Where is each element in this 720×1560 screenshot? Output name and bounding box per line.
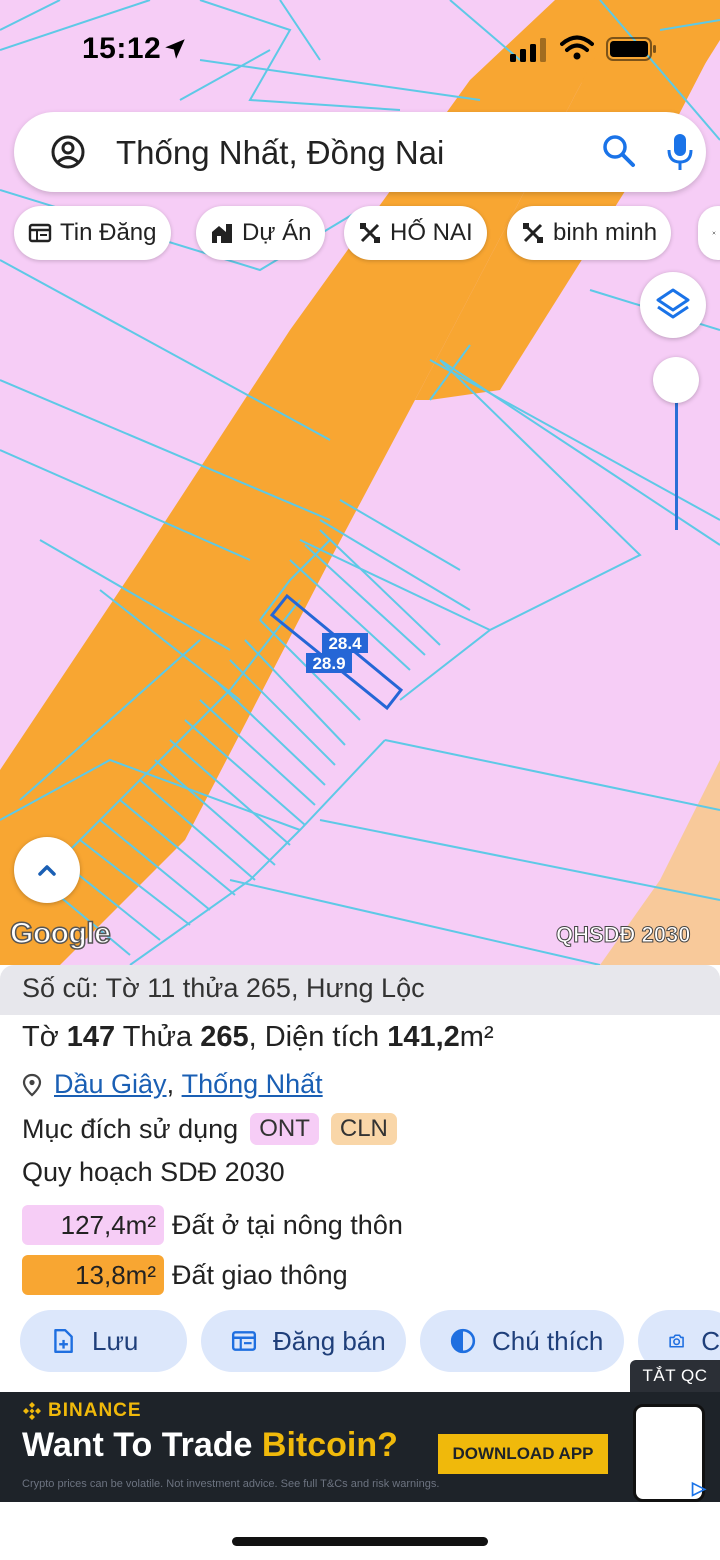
shape-icon [712,231,716,235]
post-for-sale-button[interactable]: Đăng bán [201,1310,406,1372]
map-view[interactable]: 28.4 28.9 15:12 Thống Nhất, Đồng Nai Tin… [0,0,720,965]
status-time: 15:12 [82,32,162,65]
land-use-badge-cln: CLN [330,1113,397,1145]
google-logo: Google [9,916,111,951]
listing-icon [28,223,52,243]
old-reference: Số cũ: Tờ 11 thửa 265, Hưng Lộc [0,965,720,1015]
parcel-label-bottom: 28.9 [312,654,345,673]
chip-label: Tin Đăng [60,219,157,246]
land-use-purpose: Mục đích sử dụng ONT CLN [22,1113,397,1145]
area-value-transport: 13,8m² [22,1255,164,1295]
listing-icon [231,1331,257,1351]
chip-label: Dự Án [242,219,312,246]
ad-banner[interactable]: BINANCE Want To Trade Bitcoin? DOWNLOAD … [0,1392,720,1502]
chip-label: binh minh [553,219,658,246]
ad-download-button[interactable]: DOWNLOAD APP [438,1434,608,1474]
search-input[interactable]: Thống Nhất, Đồng Nai [116,134,444,172]
area-unit: m² [459,1021,494,1053]
opacity-slider-track[interactable] [675,400,678,530]
ad-brand: BINANCE [22,1400,142,1422]
legend-button[interactable]: Chú thích [420,1310,624,1372]
purpose-label: Mục đích sử dụng [22,1113,239,1144]
area-label: Diện tích [264,1021,380,1053]
ad-brand-text: BINANCE [48,1400,142,1421]
binance-logo-icon [23,1402,41,1420]
parcel-info-panel: Số cũ: Tờ 11 thửa 265, Hưng Lộc Tờ 147 T… [0,965,720,1395]
save-button[interactable]: Lưu [20,1310,187,1372]
sheet-label: Tờ [22,1021,59,1053]
layers-button[interactable] [640,272,706,338]
district-link[interactable]: Dầu Giây [54,1069,167,1100]
layers-icon [656,288,690,319]
shape-icon [523,223,543,243]
land-use-badge-ont: ONT [250,1113,319,1145]
search-icon[interactable] [602,134,636,168]
area-desc-transport: Đất giao thông [172,1259,348,1290]
area-desc-residential: Đất ở tại nông thôn [172,1209,403,1240]
ad-headline-part1: Want To Trade [22,1426,262,1464]
contrast-icon [450,1328,476,1354]
chip-du-an[interactable]: Dự Án [196,206,326,260]
chevron-up-icon [38,865,56,876]
parcel-label-top: 28.4 [328,634,362,653]
status-bar: 15:12 [0,0,720,100]
ad-disclaimer: Crypto prices can be volatile. Not inves… [22,1478,440,1490]
expand-panel-button[interactable] [14,837,80,903]
area-value-residential: 127,4m² [22,1205,164,1245]
area-value: 141,2 [387,1021,460,1053]
account-icon[interactable] [50,134,86,170]
capture-label: C [701,1325,720,1356]
legend-label: Chú thích [492,1325,604,1356]
action-buttons: Lưu Đăng bán Chú thích C [0,1310,720,1372]
wifi-icon [560,35,594,60]
ad-headline: Want To Trade Bitcoin? [22,1426,398,1465]
parcel-summary: Tờ 147 Thửa 265, Diện tích 141,2m² [22,1021,494,1053]
plan-layer-tag: QHSDĐ 2030 [556,922,692,948]
save-label: Lưu [92,1325,139,1356]
screen: 28.4 28.9 15:12 Thống Nhất, Đồng Nai Tin… [0,0,720,1560]
chip-label: HỐ NAI [390,219,473,246]
opacity-slider-handle[interactable] [653,357,699,403]
chip-ho-nai[interactable]: HỐ NAI [344,206,487,260]
location-line: Dầu Giây, Thống Nhất [22,1069,323,1100]
search-bar[interactable]: Thống Nhất, Đồng Nai [14,112,706,192]
chip-tin-dang[interactable]: Tin Đăng [14,206,171,260]
microphone-icon[interactable] [666,132,694,172]
commune-link[interactable]: Thống Nhất [182,1069,323,1100]
close-ad-button[interactable]: TẮT QC [630,1360,720,1392]
cellular-signal-icon [510,38,546,62]
project-icon [212,224,232,243]
area-row-transport: 13,8m² Đất giao thông [22,1255,348,1295]
camera-icon [669,1334,684,1348]
post-for-sale-label: Đăng bán [273,1325,386,1356]
home-indicator[interactable] [232,1537,488,1546]
battery-icon [606,37,656,61]
plan-label: Quy hoạch SDĐ 2030 [22,1157,285,1187]
location-arrow-icon [165,39,185,59]
shape-icon [360,223,380,243]
chip-binh-minh[interactable]: binh minh [507,206,672,260]
area-row-residential: 127,4m² Đất ở tại nông thôn [22,1205,403,1245]
sheet-number: 147 [66,1021,116,1053]
save-doc-icon [54,1328,73,1354]
parcel-number: 265 [200,1021,249,1053]
chip-more[interactable] [698,206,720,260]
map-pin-icon [22,1073,42,1096]
parcel-label: Thửa [122,1021,193,1053]
ad-info-icon[interactable]: ▷ [692,1478,714,1500]
ad-headline-part2: Bitcoin? [261,1426,398,1464]
